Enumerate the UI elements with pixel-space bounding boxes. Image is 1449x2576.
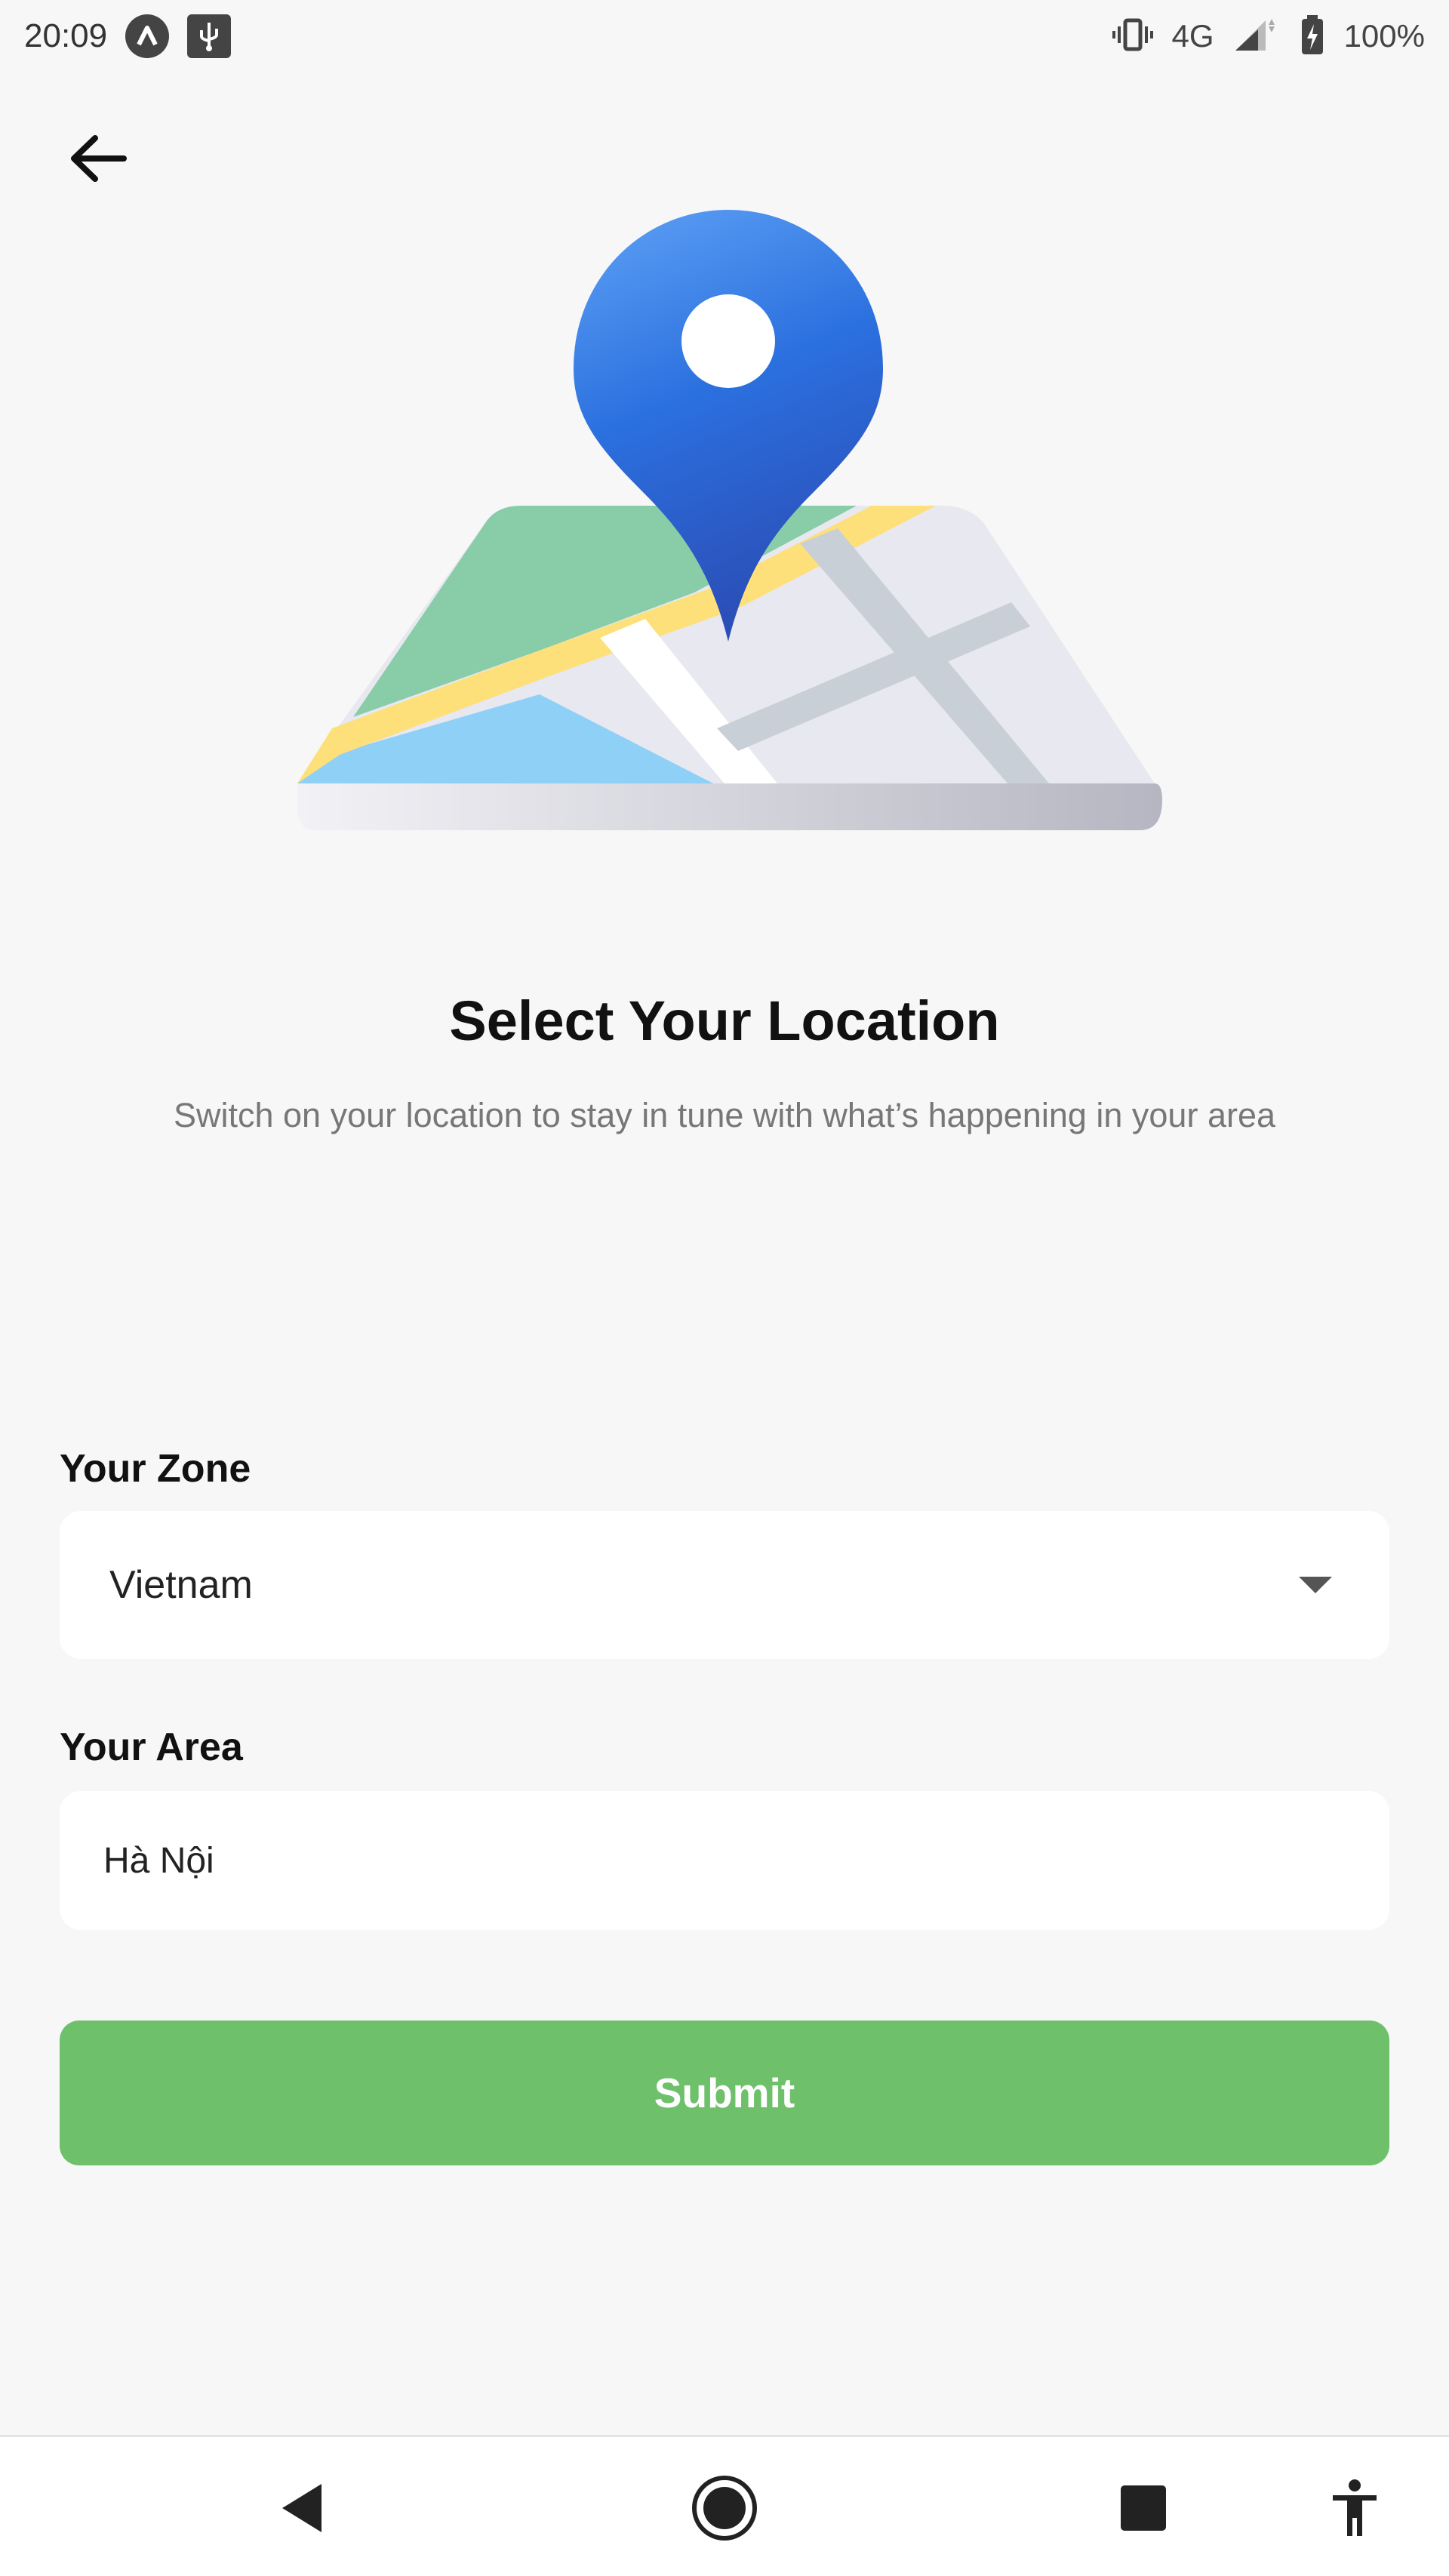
map-location-pin-illustration	[287, 174, 1170, 838]
area-label: Your Area	[60, 1725, 243, 1769]
back-triangle-icon	[282, 2483, 321, 2532]
usb-icon	[187, 14, 232, 58]
home-circle-icon	[692, 2475, 757, 2541]
battery-charging-icon	[1299, 14, 1326, 60]
zone-select-value: Vietnam	[109, 1563, 253, 1607]
page-title: Select Your Location	[449, 989, 1000, 1052]
area-input[interactable]	[60, 1791, 1389, 1930]
page-subtitle: Switch on your location to stay in tune …	[173, 1096, 1276, 1134]
arrow-left-icon	[71, 135, 127, 182]
map-base	[297, 783, 1162, 830]
back-button[interactable]	[60, 121, 136, 196]
submit-button[interactable]: Submit	[60, 2020, 1389, 2165]
status-right: 4G 100%	[1112, 14, 1425, 60]
navigation-bar	[0, 2435, 1449, 2576]
network-type: 4G	[1171, 18, 1214, 54]
battery-level: 100%	[1343, 18, 1425, 54]
zone-select[interactable]: Vietnam	[60, 1511, 1389, 1659]
zone-label: Your Zone	[60, 1447, 251, 1491]
nav-accessibility-button[interactable]	[1309, 2437, 1400, 2576]
status-time: 20:09	[24, 17, 108, 54]
location-screen: 20:09 4G 100% Select Your Location Switc…	[0, 0, 1449, 2576]
location-pin-dot	[681, 294, 775, 388]
nav-recents-button[interactable]	[1098, 2437, 1189, 2576]
accessibility-icon	[1333, 2479, 1377, 2536]
notification-a-icon	[125, 14, 170, 58]
status-bar: 20:09 4G 100%	[0, 0, 1449, 72]
chevron-down-icon	[1299, 1577, 1332, 1593]
recents-square-icon	[1121, 2485, 1166, 2531]
nav-home-button[interactable]	[679, 2437, 770, 2576]
vibrate-icon	[1112, 17, 1154, 56]
nav-back-button[interactable]	[257, 2437, 347, 2576]
status-left: 20:09	[24, 14, 232, 58]
signal-icon	[1232, 16, 1281, 57]
